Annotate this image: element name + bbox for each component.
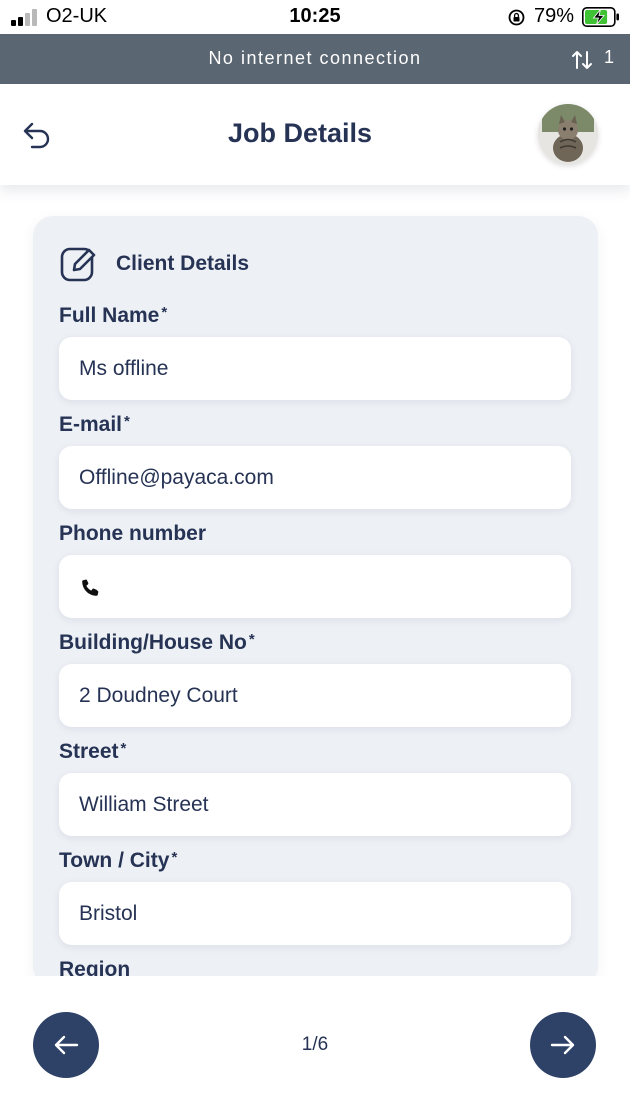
battery-charging-icon: [582, 7, 619, 27]
orientation-lock-icon: [508, 9, 525, 26]
edit-icon: [60, 247, 96, 282]
street-label: Street *: [59, 740, 127, 763]
avatar[interactable]: [538, 104, 598, 164]
offline-banner: No internet connection: [0, 34, 630, 84]
app-header: Job Details: [0, 84, 630, 185]
building-input[interactable]: [59, 664, 571, 727]
battery-percent: 79%: [534, 5, 575, 27]
town-label: Town / City *: [59, 849, 178, 872]
full-name-input[interactable]: [59, 337, 571, 400]
email-label: E-mail *: [59, 413, 130, 436]
sync-pending-count: 1: [604, 47, 615, 67]
email-input[interactable]: [59, 446, 571, 509]
next-step-button[interactable]: [530, 1012, 596, 1078]
user-avatar-image: [538, 104, 598, 164]
street-input[interactable]: [59, 773, 571, 836]
building-label: Building/House No *: [59, 631, 255, 654]
phone-input[interactable]: [59, 555, 571, 618]
phone-icon: [82, 579, 99, 596]
arrow-right-icon: [550, 1035, 575, 1055]
full-name-label: Full Name *: [59, 304, 168, 327]
card-title: Client Details: [116, 252, 250, 275]
client-details-card: Client Details Full Name* E-mail* Phone …: [33, 216, 598, 986]
page-title: Job Details: [227, 118, 373, 148]
sync-arrows-icon[interactable]: [570, 48, 594, 72]
offline-message: No internet connection: [208, 48, 422, 68]
town-input[interactable]: [59, 882, 571, 945]
phone-label: Phone number: [59, 522, 207, 545]
status-bar: O2-UK 10:25 79%: [0, 0, 630, 34]
bottom-navigation: 1/6: [0, 976, 630, 1120]
